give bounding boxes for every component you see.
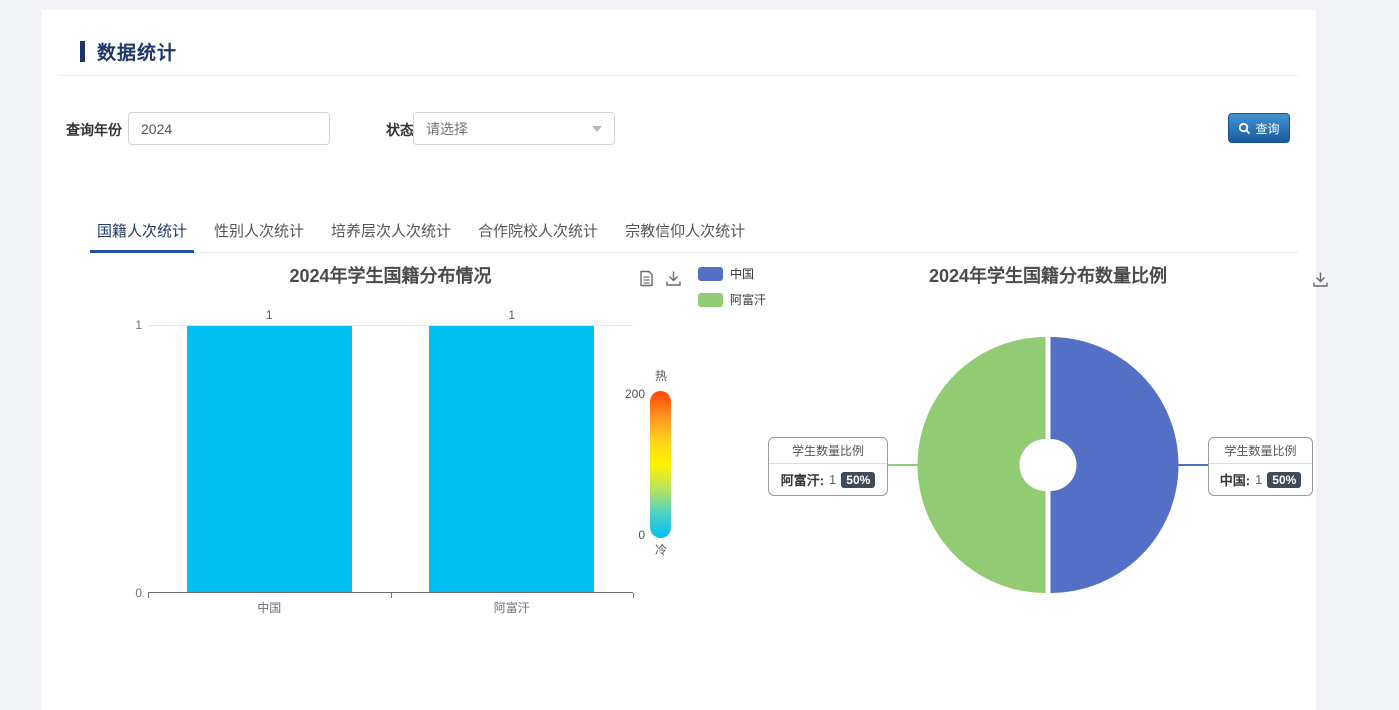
page-header: 数据统计 [80,38,177,65]
pie-label-value: 1 [829,472,836,487]
title-accent-bar [80,41,85,62]
label-line-china [1177,464,1208,466]
status-select-value: 请选择 [426,119,468,139]
pie-label-value: 1 [1255,472,1262,487]
status-select[interactable]: 请选择 [413,112,615,145]
year-label: 查询年份 [66,120,122,140]
pie-label-name: 阿富汗: [781,470,824,489]
content-card: 数据统计 查询年份 状态 请选择 查询 国籍人次统计 性别人次统计 培养层次人次… [42,10,1316,710]
donut-chart [898,315,1198,615]
query-form: 查询年份 状态 请选择 查询 [42,112,1316,148]
legend-item-afghanistan[interactable]: 阿富汗 [698,291,766,308]
pie-label-series: 学生数量比例 [769,438,887,464]
chart-legend: 中国 阿富汗 [698,265,766,317]
header-divider [60,75,1298,76]
pie-slice-中国[interactable] [1051,337,1179,593]
x-axis-tick [633,593,634,598]
download-icon[interactable] [665,270,682,287]
bar-category-row: 中国 阿富汗 [148,599,633,615]
tab-partner-school[interactable]: 合作院校人次统计 [471,212,605,253]
bar-value-label: 1 [187,308,352,322]
bar-chart: 2024年学生国籍分布情况 1 0 11 中国阿富汗 热 200 0 冷 [90,260,700,630]
pie-label-series: 学生数量比例 [1209,438,1312,464]
chevron-down-icon [592,126,602,132]
year-input[interactable] [128,112,330,145]
pie-label-afghanistan: 学生数量比例 阿富汗: 1 50% [768,437,888,496]
x-axis-category-label: 阿富汗 [429,599,594,616]
status-label: 状态 [386,120,414,140]
search-button-label: 查询 [1255,120,1279,137]
pie-chart: 2024年学生国籍分布数量比例 学生数量比例 阿富汗: 1 50% 学生数量比例… [760,260,1316,630]
x-axis-category-label: 中国 [187,599,352,616]
download-icon[interactable] [1312,271,1329,288]
pie-label-percent-badge: 50% [1267,472,1301,488]
pie-label-percent-badge: 50% [841,472,875,488]
legend-swatch-afghanistan [698,293,723,307]
x-axis-tick [148,593,149,598]
y-axis-tick-max: 1 [116,318,142,332]
bar-chart-toolbox [638,270,682,287]
visualmap-gradient-bar[interactable] [650,391,671,538]
pie-label-china: 学生数量比例 中国: 1 50% [1208,437,1313,496]
bar-plot: 11 [148,325,633,593]
legend-label: 中国 [730,265,754,282]
legend-item-china[interactable]: 中国 [698,265,766,282]
tab-nationality[interactable]: 国籍人次统计 [90,212,194,253]
search-icon [1238,122,1251,135]
legend-swatch-china [698,267,723,281]
page-title: 数据统计 [97,38,177,65]
bar-chart-title: 2024年学生国籍分布情况 [148,262,633,288]
pie-chart-title: 2024年学生国籍分布数量比例 [760,262,1336,288]
x-axis-tick [391,593,392,598]
label-line-afghanistan [888,464,919,466]
bar-阿富汗[interactable] [429,326,594,592]
tab-religion[interactable]: 宗教信仰人次统计 [618,212,752,253]
visualmap-min-label: 0 [595,528,645,542]
visualmap-max-label: 200 [595,387,645,401]
pie-slice-阿富汗[interactable] [918,337,1046,593]
tab-education-level[interactable]: 培养层次人次统计 [324,212,458,253]
pie-label-name: 中国: [1220,470,1250,489]
tab-bar: 国籍人次统计 性别人次统计 培养层次人次统计 合作院校人次统计 宗教信仰人次统计 [90,212,1298,253]
tab-gender[interactable]: 性别人次统计 [207,212,311,253]
visualmap-cold-label: 冷 [646,541,676,558]
bar-中国[interactable] [187,326,352,592]
search-button[interactable]: 查询 [1228,113,1290,143]
visualmap-hot-label: 热 [646,367,676,384]
bar-value-label: 1 [429,308,594,322]
data-view-icon[interactable] [638,270,655,287]
pie-chart-toolbox [1312,271,1329,288]
y-axis-tick-min: 0 [116,586,142,600]
